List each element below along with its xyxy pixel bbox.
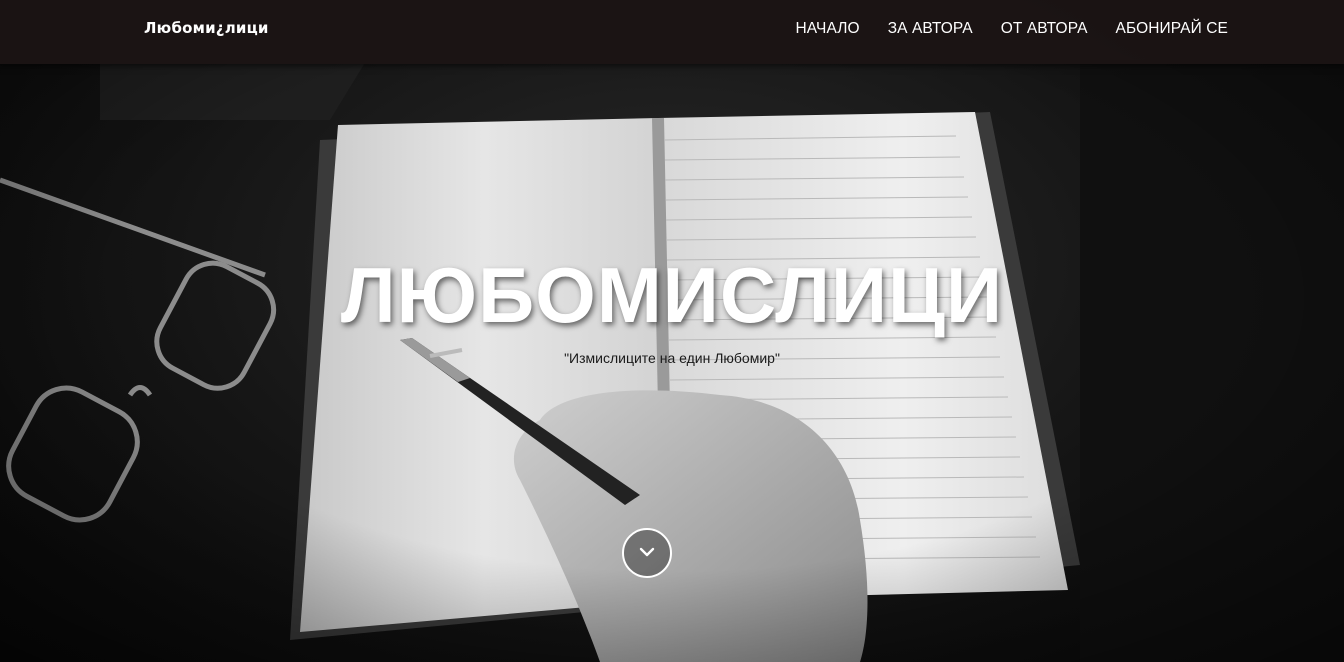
- nav-link-subscribe[interactable]: АБОНИРАЙ СЕ: [1116, 20, 1228, 38]
- page: Любоми¿лици НАЧАЛО ЗА АВТОРА ОТ АВТОРА А…: [0, 0, 1344, 662]
- scroll-down-button[interactable]: [622, 528, 672, 578]
- top-navbar: Любоми¿лици НАЧАЛО ЗА АВТОРА ОТ АВТОРА А…: [0, 0, 1344, 64]
- nav-link-home[interactable]: НАЧАЛО: [796, 20, 860, 38]
- chevron-down-icon: [639, 547, 655, 557]
- nav-link-about-author[interactable]: ЗА АВТОРА: [888, 20, 973, 38]
- brand-logo-link[interactable]: Любоми¿лици: [144, 19, 269, 37]
- hero-subtitle: "Измислиците на един Любомир": [564, 350, 780, 366]
- nav-link-from-author[interactable]: ОТ АВТОРА: [1001, 20, 1088, 38]
- main-nav: НАЧАЛО ЗА АВТОРА ОТ АВТОРА АБОНИРАЙ СЕ: [796, 20, 1228, 38]
- hero-title: ЛЮБОМИСЛИЦИ: [340, 251, 1004, 339]
